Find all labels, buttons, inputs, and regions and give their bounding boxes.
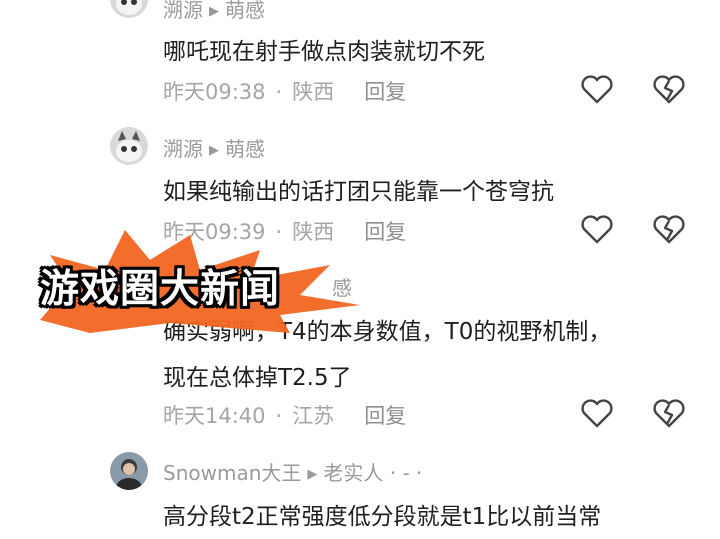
avatar[interactable] xyxy=(110,127,148,165)
banner-headline: 游戏圈大新闻 xyxy=(40,267,281,312)
heart-outline-icon[interactable] xyxy=(580,397,614,429)
user-tag: 老实人 xyxy=(323,461,384,485)
play-triangle-icon: ▶ xyxy=(307,467,318,482)
play-triangle-icon: ▶ xyxy=(209,4,219,19)
username[interactable]: 溯源 xyxy=(163,0,203,22)
username[interactable]: Snowman大王 xyxy=(163,461,301,485)
person-avatar-icon xyxy=(110,452,148,490)
comment-text: 如果纯输出的话打团只能靠一个苍穹抗 xyxy=(163,179,554,205)
play-triangle-icon: ▶ xyxy=(209,143,219,158)
broken-heart-icon[interactable] xyxy=(652,73,686,105)
comment-meta: Snowman大王 ▶ 老实人 · - · xyxy=(163,457,422,486)
comment-text: 高分段t2正常强度低分段就是t1比以前当常 xyxy=(163,504,602,530)
cat-avatar-icon xyxy=(110,127,148,165)
heart-outline-icon[interactable] xyxy=(580,73,614,105)
comment-meta: 溯源 ▶ 萌感 xyxy=(163,0,265,23)
username[interactable]: 溯源 xyxy=(163,137,203,161)
cat-avatar-icon xyxy=(110,0,148,18)
broken-heart-icon[interactable] xyxy=(652,213,686,245)
location: 陕西 xyxy=(292,80,335,104)
comment-text-line-2: 现在总体掉T2.5了 xyxy=(163,365,352,391)
location: 江苏 xyxy=(292,404,335,428)
reply-button[interactable]: 回复 xyxy=(364,80,406,104)
timestamp: 昨天09:38 xyxy=(163,80,266,104)
user-tag: 萌感 xyxy=(225,0,265,22)
comment-footer: 昨天14:40 · 江苏 回复 xyxy=(163,404,407,428)
broken-heart-icon[interactable] xyxy=(652,397,686,429)
comment-text: 哪吒现在射手做点肉装就切不死 xyxy=(163,39,485,65)
reply-button[interactable]: 回复 xyxy=(364,404,406,428)
tag-suffix: · - · xyxy=(389,461,423,485)
comment-meta: 溯源 ▶ 萌感 xyxy=(163,133,265,162)
timestamp: 昨天14:40 xyxy=(163,404,266,428)
avatar[interactable] xyxy=(110,0,148,18)
avatar[interactable] xyxy=(110,452,148,490)
reply-button[interactable]: 回复 xyxy=(364,220,406,244)
comment-footer: 昨天09:38 · 陕西 回复 xyxy=(163,80,407,104)
user-tag: 萌感 xyxy=(225,137,265,161)
heart-outline-icon[interactable] xyxy=(580,213,614,245)
